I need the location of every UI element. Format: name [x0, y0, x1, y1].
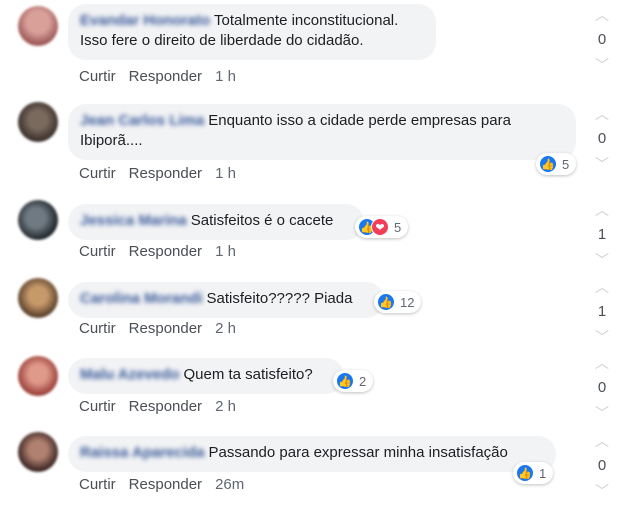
comment-author[interactable]: Jean Carlos Lima: [80, 112, 204, 129]
chevron-up-icon[interactable]: ︿: [589, 356, 615, 370]
chevron-up-icon[interactable]: ︿: [589, 280, 615, 294]
comment-text: Quem ta satisfeito?: [183, 366, 313, 383]
vote-score: 0: [597, 31, 607, 48]
comment-actions: Curtir Responder 2 h: [79, 320, 249, 337]
reply-link[interactable]: Responder: [129, 320, 202, 337]
comment: Carolina Morandi Satisfeito????? Piada 👍 …: [0, 276, 630, 354]
comment-author[interactable]: Malu Azevedo: [80, 366, 179, 383]
chevron-up-icon[interactable]: ︿: [589, 8, 615, 22]
comment-bubble: Carolina Morandi Satisfeito????? Piada: [68, 282, 384, 318]
like-link[interactable]: Curtir: [79, 476, 116, 493]
comment-bubble: Evandar Honorato Totalmente inconstitucio…: [68, 4, 436, 60]
comment-bubble: Malu Azevedo Quem ta satisfeito?: [68, 358, 344, 394]
comment-actions: Curtir Responder 1 h: [79, 165, 249, 182]
vote-control: ︿ 0 ﹀: [589, 356, 615, 420]
comment-actions: Curtir Responder 1 h: [79, 243, 249, 260]
reply-link[interactable]: Responder: [129, 243, 202, 260]
reaction-count: 12: [400, 294, 415, 310]
vote-control: ︿ 0 ﹀: [589, 434, 615, 498]
comment-actions: Curtir Responder 2 h: [79, 398, 249, 415]
comment-text: Satisfeito????? Piada: [206, 290, 353, 307]
reactions-summary[interactable]: 👍 2: [333, 370, 374, 392]
chevron-down-icon[interactable]: ﹀: [589, 484, 615, 498]
comment-author[interactable]: Carolina Morandi: [80, 290, 203, 307]
timestamp[interactable]: 1 h: [215, 68, 236, 85]
reply-link[interactable]: Responder: [129, 476, 202, 493]
heart-icon: ❤: [371, 218, 389, 236]
chevron-up-icon[interactable]: ︿: [589, 203, 615, 217]
like-link[interactable]: Curtir: [79, 398, 116, 415]
comment-bubble: Raissa Aparecida Passando para expressar …: [68, 436, 556, 472]
avatar[interactable]: [18, 432, 58, 472]
comment-bubble: Jean Carlos Lima Enquanto isso a cidade p…: [68, 104, 576, 160]
comment-actions: Curtir Responder 1 h: [79, 68, 249, 85]
vote-score: 1: [597, 303, 607, 320]
vote-score: 0: [597, 130, 607, 147]
thumbs-up-icon: 👍: [336, 372, 354, 390]
comment-bubble: Jessica Marina Satisfeitos é o cacete: [68, 204, 364, 240]
reply-link[interactable]: Responder: [129, 68, 202, 85]
reaction-count: 5: [394, 219, 402, 235]
comment: Evandar Honorato Totalmente inconstitucio…: [0, 0, 630, 85]
reactions-summary[interactable]: 👍 1: [513, 462, 554, 484]
thumbs-up-icon: 👍: [539, 155, 557, 173]
reaction-count: 2: [359, 373, 367, 389]
chevron-up-icon[interactable]: ︿: [589, 434, 615, 448]
avatar[interactable]: [18, 278, 58, 318]
avatar[interactable]: [18, 102, 58, 142]
reply-link[interactable]: Responder: [129, 398, 202, 415]
comment-actions: Curtir Responder 26m: [79, 476, 257, 493]
vote-control: ︿ 1 ﹀: [589, 280, 615, 344]
chevron-up-icon[interactable]: ︿: [589, 107, 615, 121]
comment: Raissa Aparecida Passando para expressar …: [0, 430, 630, 508]
like-link[interactable]: Curtir: [79, 68, 116, 85]
chevron-down-icon[interactable]: ﹀: [589, 58, 615, 72]
comment: Malu Azevedo Quem ta satisfeito? 👍 2 Curt…: [0, 354, 630, 432]
vote-control: ︿ 0 ﹀: [589, 8, 615, 72]
reactions-summary[interactable]: 👍 ❤ 5: [355, 216, 409, 238]
like-link[interactable]: Curtir: [79, 165, 116, 182]
chevron-down-icon[interactable]: ﹀: [589, 253, 615, 267]
comment-author[interactable]: Raissa Aparecida: [80, 444, 205, 461]
comment-author[interactable]: Jessica Marina: [80, 212, 187, 229]
reply-link[interactable]: Responder: [129, 165, 202, 182]
like-link[interactable]: Curtir: [79, 243, 116, 260]
vote-score: 1: [597, 226, 607, 243]
avatar[interactable]: [18, 200, 58, 240]
comment: Jean Carlos Lima Enquanto isso a cidade p…: [0, 98, 630, 182]
chevron-down-icon[interactable]: ﹀: [589, 157, 615, 171]
vote-control: ︿ 0 ﹀: [589, 107, 615, 171]
chevron-down-icon[interactable]: ﹀: [589, 406, 615, 420]
reaction-count: 1: [539, 465, 547, 481]
reaction-count: 5: [562, 156, 570, 172]
reactions-summary[interactable]: 👍 12: [374, 291, 422, 313]
timestamp[interactable]: 1 h: [215, 165, 236, 182]
thumbs-up-icon: 👍: [377, 293, 395, 311]
avatar[interactable]: [18, 6, 58, 46]
timestamp[interactable]: 2 h: [215, 398, 236, 415]
comment: Jessica Marina Satisfeitos é o cacete 👍 ❤…: [0, 198, 630, 276]
comment-author[interactable]: Evandar Honorato: [80, 12, 210, 29]
timestamp[interactable]: 1 h: [215, 243, 236, 260]
comment-text: Satisfeitos é o cacete: [190, 212, 334, 229]
vote-score: 0: [597, 457, 607, 474]
timestamp[interactable]: 26m: [215, 476, 244, 493]
avatar[interactable]: [18, 356, 58, 396]
timestamp[interactable]: 2 h: [215, 320, 236, 337]
like-link[interactable]: Curtir: [79, 320, 116, 337]
reactions-summary[interactable]: 👍 5: [536, 153, 577, 175]
vote-score: 0: [597, 379, 607, 396]
chevron-down-icon[interactable]: ﹀: [589, 330, 615, 344]
vote-control: ︿ 1 ﹀: [589, 203, 615, 267]
thumbs-up-icon: 👍: [516, 464, 534, 482]
comment-text: Passando para expressar minha insatisfaç…: [208, 444, 508, 461]
